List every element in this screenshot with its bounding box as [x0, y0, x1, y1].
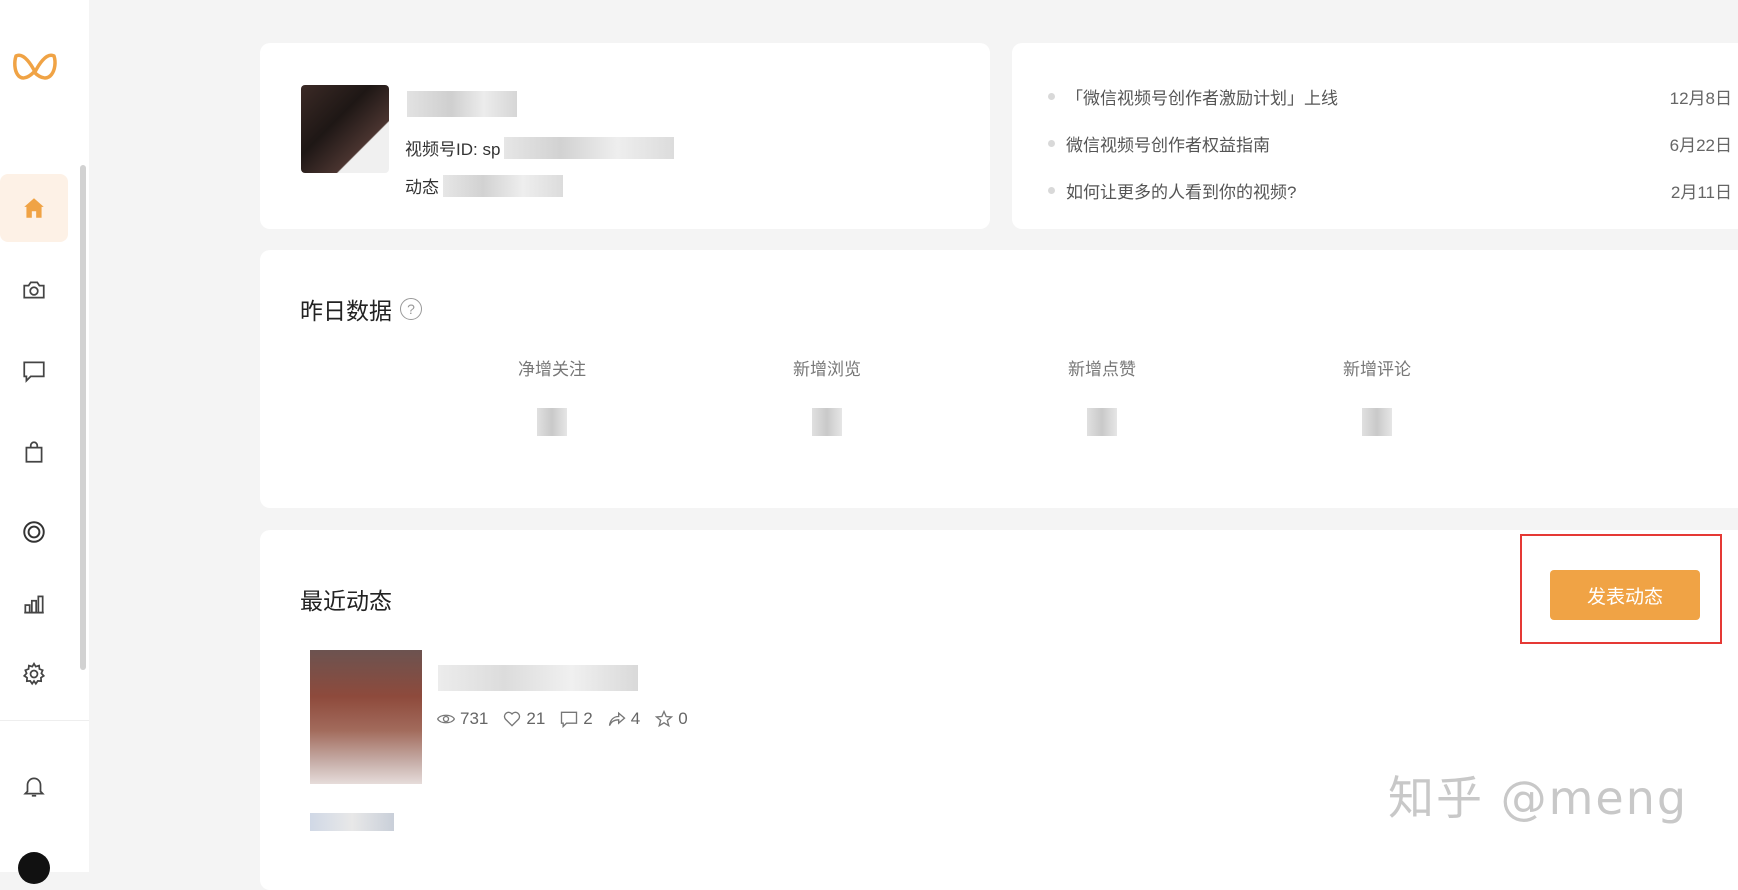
share-icon — [608, 711, 626, 726]
shares-stat: 4 — [607, 709, 640, 729]
profile-id-label: 视频号ID: sp — [405, 140, 501, 159]
yesterday-data-title: 昨日数据 — [300, 298, 392, 324]
metric-value-redacted — [1087, 408, 1117, 436]
sidebar-item-camera[interactable] — [0, 256, 68, 324]
post-stats: 731 21 2 4 0 — [436, 709, 688, 729]
gear-icon — [22, 662, 46, 686]
sidebar-item-notifications[interactable] — [0, 752, 68, 820]
bullet-icon — [1048, 140, 1055, 147]
likes-stat: 21 — [502, 709, 545, 729]
post-title-redacted — [438, 665, 638, 691]
metric-item: 新增评论 — [1297, 355, 1457, 436]
metric-item: 新增浏览 — [747, 355, 907, 436]
watermark: 知乎 @meng — [1388, 771, 1689, 825]
metric-label: 新增点赞 — [1068, 360, 1136, 379]
announcements-list: 「微信视频号创作者激励计划」上线 12月8日 微信视频号创作者权益指南 6月22日 如何… — [1048, 73, 1732, 214]
sidebar-divider — [0, 720, 89, 721]
heart-icon — [504, 711, 521, 727]
announcement-title[interactable]: 微信视频号创作者权益指南 — [1066, 131, 1670, 156]
announcements-card: 「微信视频号创作者激励计划」上线 12月8日 微信视频号创作者权益指南 6月22日 如何… — [1012, 43, 1738, 229]
sidebar-item-analytics[interactable] — [0, 570, 68, 638]
profile-card: 视频号ID: sp 动态 — [260, 43, 990, 229]
metric-value-redacted — [812, 408, 842, 436]
target-icon — [23, 521, 45, 543]
announcement-date: 12月8日 — [1669, 89, 1732, 108]
views-stat: 731 — [436, 709, 488, 729]
comments-stat: 2 — [559, 709, 593, 729]
eye-icon — [436, 714, 456, 724]
metric-value-redacted — [1362, 408, 1392, 436]
comment-icon — [561, 711, 578, 729]
metric-label: 净增关注 — [518, 360, 586, 379]
announcement-title[interactable]: 「微信视频号创作者激励计划」上线 — [1066, 84, 1670, 109]
profile-moments-row: 动态 — [405, 173, 563, 198]
comments-count: 2 — [583, 709, 593, 728]
metric-item: 净增关注 — [472, 355, 632, 436]
sidebar-item-comments[interactable] — [0, 337, 68, 405]
metric-value-redacted — [537, 408, 567, 436]
announcement-title[interactable]: 如何让更多的人看到你的视频? — [1066, 178, 1671, 203]
announcement-item[interactable]: 微信视频号创作者权益指南 6月22日 — [1048, 120, 1732, 167]
announcement-item[interactable]: 「微信视频号创作者激励计划」上线 12月8日 — [1048, 73, 1732, 120]
profile-name-redacted — [407, 91, 517, 117]
camera-icon — [23, 281, 45, 299]
star-icon — [655, 709, 674, 728]
recent-posts-card: 最近动态 发表动态 731 21 2 4 0 — [260, 530, 1738, 890]
announcement-date: 6月22日 — [1669, 136, 1732, 155]
sidebar-item-home[interactable] — [0, 174, 68, 242]
bullet-icon — [1048, 93, 1055, 100]
metric-item: 新增点赞 — [1022, 355, 1182, 436]
profile-moments-label: 动态 — [405, 178, 439, 197]
sidebar-scrollbar[interactable] — [80, 165, 86, 670]
channels-logo-icon[interactable] — [10, 48, 60, 96]
bar-chart-icon — [24, 595, 44, 614]
yesterday-data-header: 昨日数据 ? — [300, 292, 422, 326]
sidebar-item-shop[interactable] — [0, 418, 68, 486]
home-icon — [24, 198, 44, 218]
profile-id-redacted — [504, 136, 675, 159]
favorites-count: 0 — [678, 709, 688, 728]
shares-count: 4 — [630, 709, 641, 728]
announcement-date: 2月11日 — [1670, 183, 1732, 202]
post-thumbnail[interactable] — [310, 650, 422, 784]
publish-post-button[interactable]: 发表动态 — [1550, 570, 1700, 620]
help-icon[interactable]: ? — [400, 298, 422, 320]
favorites-stat: 0 — [654, 709, 688, 729]
bell-icon — [23, 777, 45, 797]
metric-label: 新增浏览 — [793, 360, 861, 379]
sidebar-item-live[interactable] — [0, 498, 68, 566]
profile-avatar[interactable] — [301, 85, 389, 173]
user-avatar[interactable] — [18, 852, 50, 884]
views-count: 731 — [460, 709, 489, 728]
profile-moments-redacted — [443, 174, 563, 197]
yesterday-data-card: 昨日数据 ? 净增关注 新增浏览 新增点赞 新增评论 — [260, 250, 1738, 508]
sidebar-item-settings[interactable] — [0, 640, 68, 708]
metric-label: 新增评论 — [1343, 360, 1411, 379]
recent-posts-title: 最近动态 — [300, 588, 392, 614]
post-caption-redacted — [310, 813, 394, 831]
profile-id-row: 视频号ID: sp — [405, 135, 675, 160]
bullet-icon — [1048, 187, 1055, 194]
comment-icon — [23, 361, 45, 383]
shopping-bag-icon — [25, 441, 43, 463]
likes-count: 21 — [526, 709, 546, 728]
announcement-item[interactable]: 如何让更多的人看到你的视频? 2月11日 — [1048, 167, 1732, 214]
sidebar — [0, 0, 89, 884]
